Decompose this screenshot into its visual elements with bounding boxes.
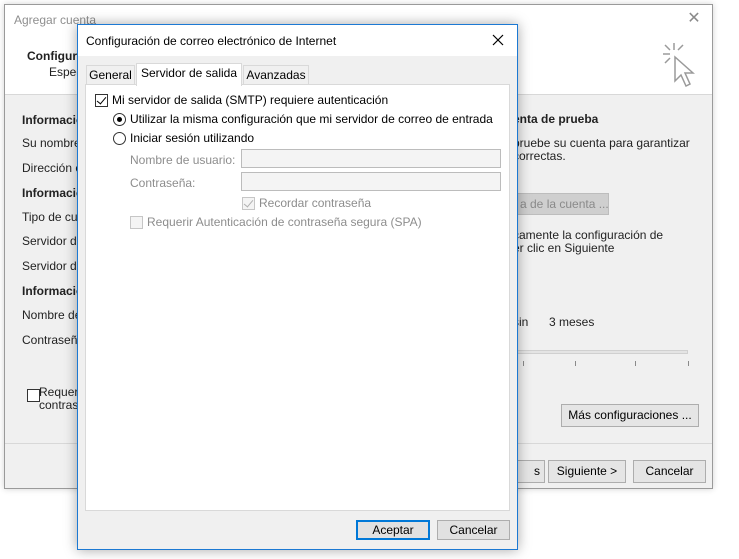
spa-row[interactable]: Requerir Autenticación de contraseña seg… bbox=[130, 215, 422, 229]
cursor-click-icon bbox=[663, 43, 695, 88]
auto-test-text: er clic en Siguiente bbox=[513, 241, 615, 255]
tab-outgoing-server[interactable]: Servidor de salida bbox=[136, 63, 242, 86]
section-label: Informació bbox=[22, 284, 84, 298]
test-account-panel: enta de prueba pruebe su cuenta para gar… bbox=[513, 105, 708, 435]
next-button[interactable]: Siguiente > bbox=[548, 460, 626, 483]
remember-password-checkbox[interactable] bbox=[242, 196, 255, 210]
same-settings-label: Utilizar la misma configuración que mi s… bbox=[130, 112, 493, 126]
dialog-title: Configuración de correo electrónico de I… bbox=[86, 34, 337, 48]
auto-test-text: camente la configuración de bbox=[513, 228, 664, 242]
sync-value: 3 meses bbox=[549, 315, 595, 329]
field-label: Contraseña bbox=[22, 333, 85, 347]
sync-slider[interactable] bbox=[513, 350, 688, 354]
test-description: correctas. bbox=[513, 149, 566, 163]
outgoing-server-panel: Mi servidor de salida (SMTP) requiere au… bbox=[85, 84, 510, 511]
remember-password-row[interactable]: Recordar contraseña bbox=[242, 196, 371, 210]
login-with-label: Iniciar sesión utilizando bbox=[130, 131, 255, 145]
same-settings-radio[interactable] bbox=[113, 112, 126, 126]
slider-tick bbox=[575, 361, 576, 366]
tab-advanced[interactable]: Avanzadas bbox=[243, 65, 309, 85]
test-account-button[interactable]: a de la cuenta ... bbox=[513, 193, 609, 215]
spa-label: Requerir Autenticación de contraseña seg… bbox=[147, 215, 422, 229]
checkbox-label: contras bbox=[39, 398, 79, 412]
tab-strip: General Servidor de salida Avanzadas bbox=[86, 63, 506, 86]
field-label: Su nombre bbox=[22, 136, 81, 150]
smtp-auth-row[interactable]: Mi servidor de salida (SMTP) requiere au… bbox=[95, 93, 388, 107]
ok-button[interactable]: Aceptar bbox=[356, 520, 430, 540]
password-label: Contraseña: bbox=[130, 176, 196, 190]
slider-tick bbox=[523, 361, 524, 366]
field-label: Nombre de bbox=[22, 308, 82, 322]
tab-general[interactable]: General bbox=[86, 65, 135, 85]
field-label: Servidor de bbox=[22, 259, 84, 273]
cancel-button[interactable]: Cancelar bbox=[633, 460, 706, 483]
smtp-auth-checkbox[interactable] bbox=[95, 93, 108, 107]
password-field[interactable] bbox=[241, 172, 501, 191]
internet-email-settings-dialog: Configuración de correo electrónico de I… bbox=[77, 24, 518, 550]
section-label: Informació bbox=[22, 113, 84, 127]
more-settings-button[interactable]: Más configuraciones ... bbox=[561, 404, 699, 427]
field-label: Dirección c bbox=[22, 161, 82, 175]
field-label: Tipo de cue bbox=[22, 210, 85, 224]
spa-checkbox[interactable] bbox=[130, 215, 143, 229]
close-icon[interactable] bbox=[485, 29, 511, 51]
dialog-titlebar: Configuración de correo electrónico de I… bbox=[78, 25, 517, 56]
field-label: Servidor de bbox=[22, 234, 84, 248]
slider-tick bbox=[688, 361, 689, 366]
dialog-cancel-button[interactable]: Cancelar bbox=[437, 520, 510, 540]
login-with-radio[interactable] bbox=[113, 131, 126, 145]
login-with-row[interactable]: Iniciar sesión utilizando bbox=[113, 131, 254, 145]
slider-tick bbox=[635, 361, 636, 366]
test-description: pruebe su cuenta para garantizar bbox=[513, 136, 690, 150]
username-label: Nombre de usuario: bbox=[130, 153, 236, 167]
section-label: Informació bbox=[22, 186, 84, 200]
test-heading: enta de prueba bbox=[513, 112, 599, 126]
username-field[interactable] bbox=[241, 149, 501, 168]
same-settings-row[interactable]: Utilizar la misma configuración que mi s… bbox=[113, 112, 493, 126]
checkbox-label: Requeri bbox=[39, 385, 82, 399]
header-title: Configura bbox=[27, 49, 84, 63]
remember-password-label: Recordar contraseña bbox=[259, 196, 372, 210]
close-icon[interactable]: ✕ bbox=[686, 11, 702, 27]
smtp-auth-label: Mi servidor de salida (SMTP) requiere au… bbox=[112, 93, 389, 107]
